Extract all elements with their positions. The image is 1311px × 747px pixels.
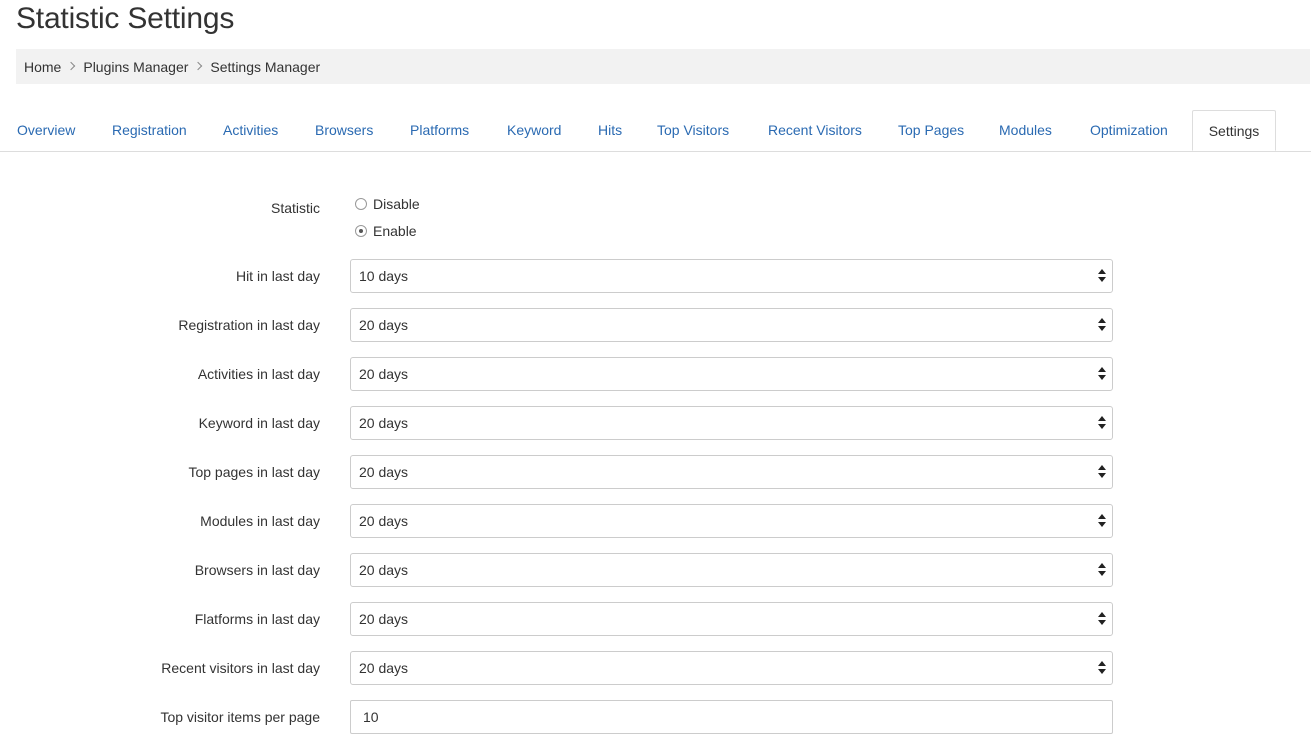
flatforms-last-day-label: Flatforms in last day [194, 611, 320, 627]
breadcrumb-separator-icon [67, 61, 76, 70]
select-arrows-icon [1098, 514, 1106, 528]
statistic-label: Statistic [270, 200, 320, 216]
radio-enable-circle[interactable] [355, 225, 367, 237]
browsers-last-day-label: Browsers in last day [194, 562, 320, 578]
tab-top-visitors[interactable]: Top Visitors [657, 110, 729, 151]
tab-optimization[interactable]: Optimization [1090, 110, 1168, 151]
top-pages-last-day-label: Top pages in last day [188, 464, 320, 480]
select-arrows-icon [1098, 269, 1106, 283]
tab-settings[interactable]: Settings [1192, 110, 1276, 151]
select-value: 20 days [359, 366, 409, 382]
tab-top-pages[interactable]: Top Pages [898, 110, 964, 151]
select-arrows-icon [1098, 416, 1106, 430]
keyword-last-day-label: Keyword in last day [198, 415, 320, 431]
modules-last-day-label: Modules in last day [200, 513, 320, 529]
page-title: Statistic Settings [16, 2, 235, 35]
top-visitor-items-input[interactable] [350, 700, 1113, 734]
select-arrows-icon [1098, 367, 1106, 381]
tab-bar: Overview Registration Activities Browser… [0, 110, 1311, 152]
radio-disable-label: Disable [373, 196, 420, 212]
breadcrumb-plugins-manager[interactable]: Plugins Manager [83, 59, 188, 75]
select-value: 20 days [359, 464, 409, 480]
tab-platforms[interactable]: Platforms [410, 110, 469, 151]
top-pages-last-day-select[interactable]: 20 days [350, 455, 1113, 489]
select-value: 10 days [359, 268, 409, 284]
radio-disable[interactable]: Disable [355, 196, 420, 212]
tab-overview[interactable]: Overview [17, 110, 75, 151]
tab-recent-visitors[interactable]: Recent Visitors [768, 110, 862, 151]
top-visitor-items-label: Top visitor items per page [160, 709, 320, 725]
tab-keyword[interactable]: Keyword [507, 110, 561, 151]
select-arrows-icon [1098, 563, 1106, 577]
select-value: 20 days [359, 562, 409, 578]
hit-last-day-label: Hit in last day [235, 268, 320, 284]
breadcrumb-settings-manager: Settings Manager [210, 58, 321, 75]
activities-last-day-select[interactable]: 20 days [350, 357, 1113, 391]
select-arrows-icon [1098, 318, 1106, 332]
radio-enable[interactable]: Enable [355, 223, 417, 239]
select-value: 20 days [359, 415, 409, 431]
tab-hits[interactable]: Hits [598, 110, 622, 151]
registration-last-day-label: Registration in last day [178, 317, 320, 333]
modules-last-day-select[interactable]: 20 days [350, 504, 1113, 538]
breadcrumb: Home Plugins Manager Settings Manager [16, 49, 1310, 84]
tab-modules[interactable]: Modules [999, 110, 1052, 151]
tab-browsers[interactable]: Browsers [315, 110, 373, 151]
tab-activities[interactable]: Activities [223, 110, 278, 151]
recent-visitors-last-day-label: Recent visitors in last day [161, 660, 320, 676]
flatforms-last-day-select[interactable]: 20 days [350, 602, 1113, 636]
select-value: 20 days [359, 317, 409, 333]
activities-last-day-label: Activities in last day [197, 366, 320, 382]
select-arrows-icon [1098, 661, 1106, 675]
select-value: 20 days [359, 513, 409, 529]
select-value: 20 days [359, 660, 409, 676]
radio-enable-label: Enable [373, 223, 417, 239]
browsers-last-day-select[interactable]: 20 days [350, 553, 1113, 587]
keyword-last-day-select[interactable]: 20 days [350, 406, 1113, 440]
breadcrumb-separator-icon [194, 61, 203, 70]
tab-registration[interactable]: Registration [112, 110, 187, 151]
select-value: 20 days [359, 611, 409, 627]
radio-disable-circle[interactable] [355, 198, 367, 210]
recent-visitors-last-day-select[interactable]: 20 days [350, 651, 1113, 685]
select-arrows-icon [1098, 612, 1106, 626]
registration-last-day-select[interactable]: 20 days [350, 308, 1113, 342]
hit-last-day-select[interactable]: 10 days [350, 259, 1113, 293]
breadcrumb-home[interactable]: Home [24, 59, 61, 75]
select-arrows-icon [1098, 465, 1106, 479]
